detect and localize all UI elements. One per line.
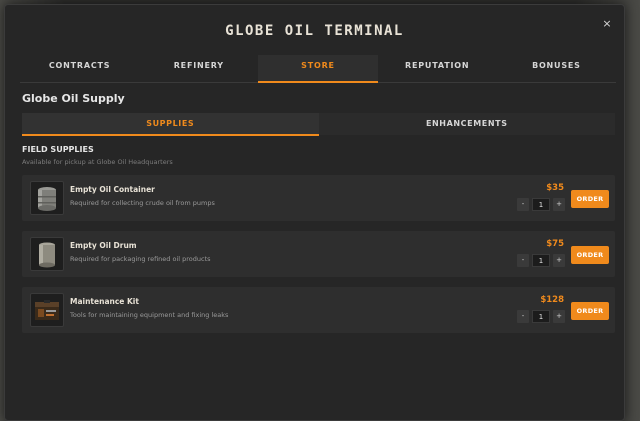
field-supplies-subheading: Available for pickup at Globe Oil Headqu… [22,158,173,166]
item-name: Empty Oil Container [70,185,155,194]
window-title: GLOBE OIL TERMINAL [225,23,404,39]
decrement-button[interactable]: - [517,198,529,211]
list-item: Empty Oil Drum Required for packaging re… [22,231,615,277]
item-price: $128 [540,295,564,305]
tab-bonuses[interactable]: BONUSES [497,55,616,82]
tab-contracts[interactable]: CONTRACTS [20,55,139,82]
increment-button[interactable]: + [553,198,565,211]
item-name: Empty Oil Drum [70,241,137,250]
list-item: Empty Oil Container Required for collect… [22,175,615,221]
tab-supplies[interactable]: SUPPLIES [22,113,319,136]
increment-button[interactable]: + [553,310,565,323]
quantity-input[interactable]: 1 [532,198,550,211]
item-description: Required for collecting crude oil from p… [70,199,215,207]
section-title: Globe Oil Supply [22,92,125,105]
item-description: Required for packaging refined oil produ… [70,255,211,263]
field-supplies-heading: FIELD SUPPLIES [22,145,94,154]
quantity-stepper: - 1 + [517,310,565,323]
close-icon[interactable]: × [600,17,614,31]
list-item: Maintenance Kit Tools for maintaining eq… [22,287,615,333]
quantity-input[interactable]: 1 [532,254,550,267]
quantity-stepper: - 1 + [517,198,565,211]
oil-drum-icon [30,237,64,271]
maintenance-kit-icon [30,293,64,327]
quantity-stepper: - 1 + [517,254,565,267]
sub-tabs: SUPPLIES ENHANCEMENTS [22,113,615,136]
decrement-button[interactable]: - [517,310,529,323]
item-name: Maintenance Kit [70,297,139,306]
item-price: $75 [546,239,564,249]
order-button[interactable]: ORDER [571,190,609,208]
order-button[interactable]: ORDER [571,302,609,320]
terminal-modal: GLOBE OIL TERMINAL × CONTRACTS REFINERY … [4,4,625,421]
item-price: $35 [546,183,564,193]
tab-refinery[interactable]: REFINERY [139,55,258,82]
order-button[interactable]: ORDER [571,246,609,264]
title-bar: GLOBE OIL TERMINAL × [5,5,624,55]
oil-container-icon [30,181,64,215]
item-description: Tools for maintaining equipment and fixi… [70,311,229,319]
increment-button[interactable]: + [553,254,565,267]
decrement-button[interactable]: - [517,254,529,267]
quantity-input[interactable]: 1 [532,310,550,323]
main-tabs: CONTRACTS REFINERY STORE REPUTATION BONU… [20,55,616,83]
tab-reputation[interactable]: REPUTATION [378,55,497,82]
tab-enhancements[interactable]: ENHANCEMENTS [318,113,615,135]
tab-store[interactable]: STORE [258,55,378,83]
